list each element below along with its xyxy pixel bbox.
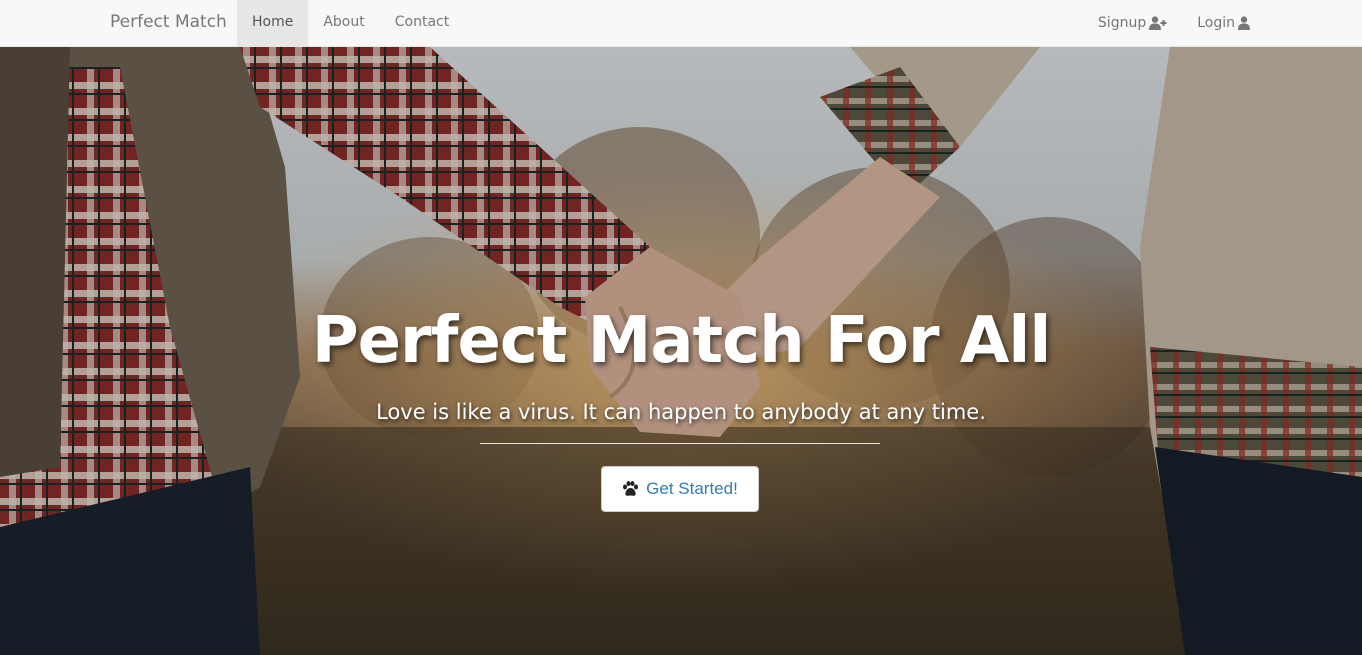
user-icon xyxy=(1238,16,1250,30)
hero-subtitle: Love is like a virus. It can happen to a… xyxy=(376,400,986,424)
login-label: Login xyxy=(1197,15,1235,31)
nav-contact[interactable]: Contact xyxy=(380,0,464,46)
paw-icon xyxy=(623,481,639,496)
get-started-label: Get Started! xyxy=(646,479,738,498)
login-link[interactable]: Login xyxy=(1167,0,1250,46)
signup-label: Signup xyxy=(1097,15,1147,31)
hero-content: Perfect Match For All Love is like a vir… xyxy=(0,47,1362,655)
user-plus-icon xyxy=(1149,16,1167,30)
nav-home[interactable]: Home xyxy=(237,0,309,46)
hero-section: Perfect Match For All Love is like a vir… xyxy=(0,47,1362,655)
nav-about[interactable]: About xyxy=(308,0,379,46)
hero-divider xyxy=(480,443,880,444)
get-started-button[interactable]: Get Started! xyxy=(601,466,759,512)
navbar: Perfect Match Home About Contact Signup … xyxy=(0,0,1362,47)
signup-link[interactable]: Signup xyxy=(1068,0,1167,46)
nav-links: Home About Contact xyxy=(237,0,464,46)
nav-auth: Signup Login xyxy=(1068,0,1250,46)
brand-link[interactable]: Perfect Match xyxy=(110,0,227,46)
hero-title: Perfect Match For All xyxy=(311,304,1052,378)
